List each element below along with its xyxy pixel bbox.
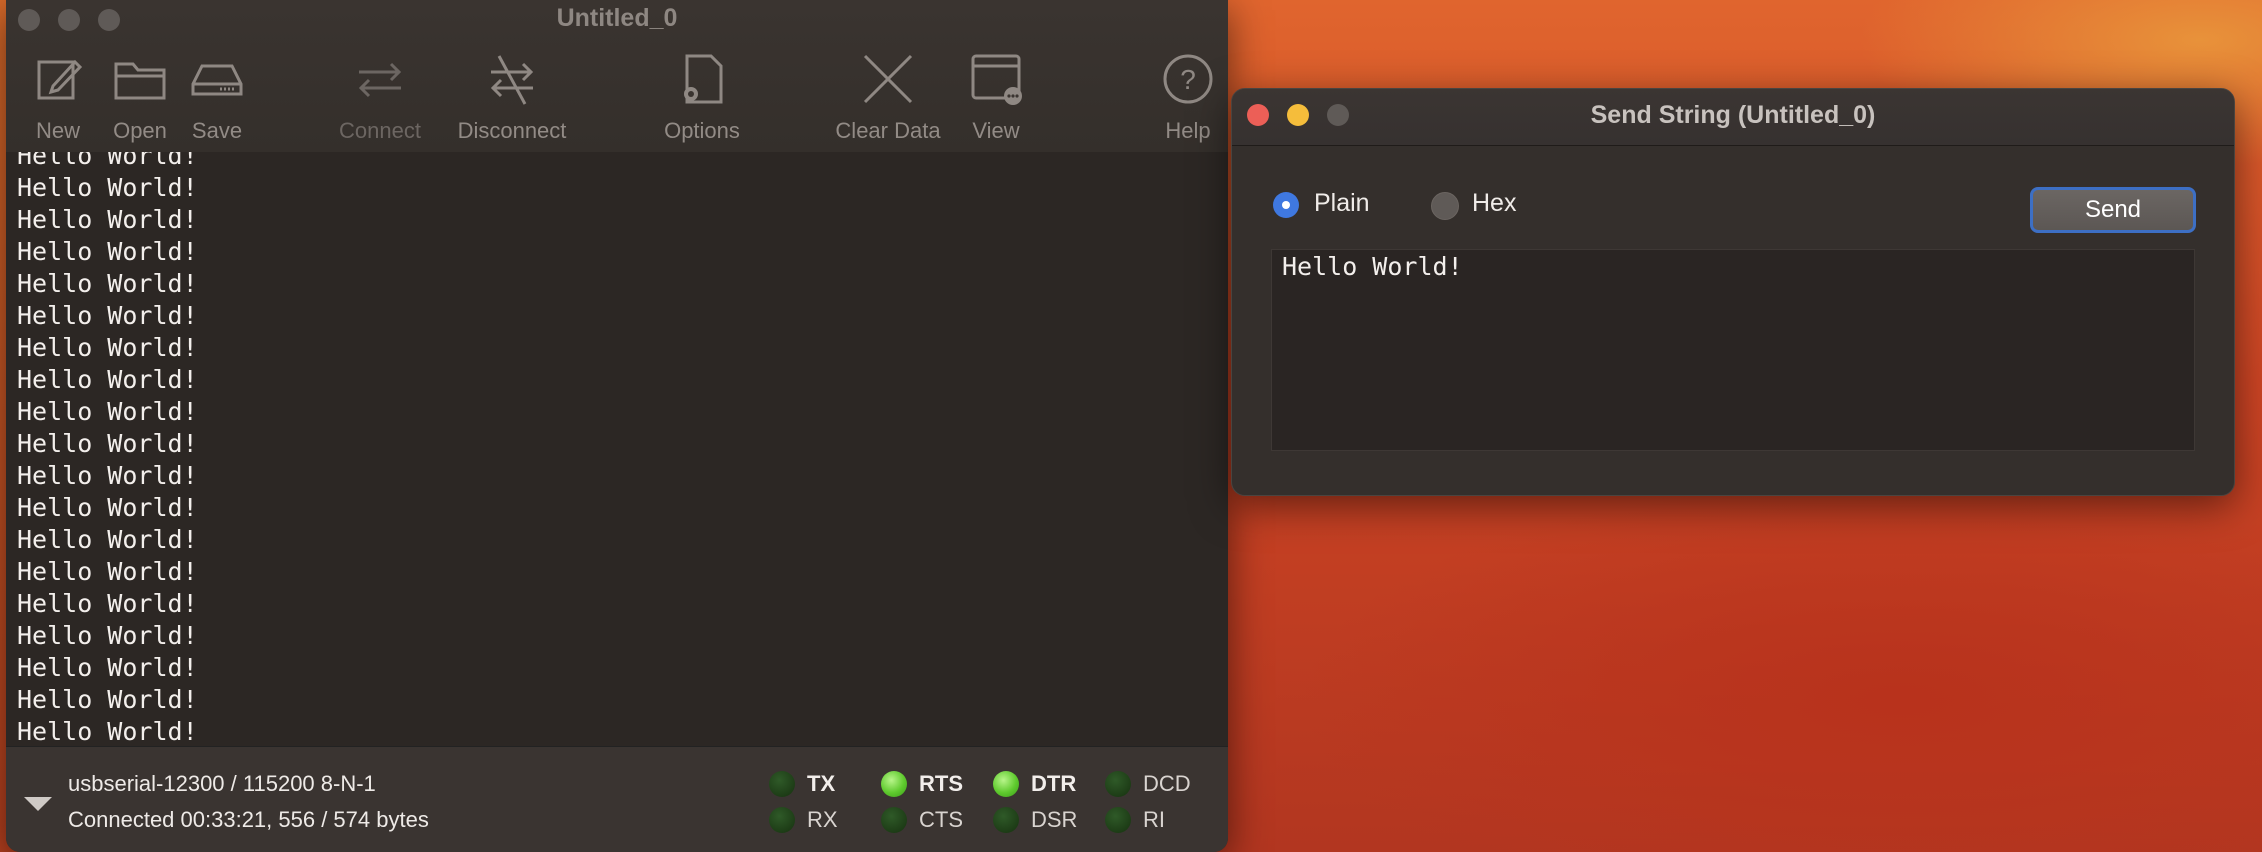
help-question-icon: ? [1163, 54, 1213, 104]
rx-label: RX [807, 807, 838, 832]
save-label: Save [191, 118, 243, 143]
ri-led-icon [1105, 807, 1131, 833]
status-bar: usbserial-12300 / 115200 8-N-1 Connected… [6, 746, 1228, 852]
document-gear-icon [684, 54, 723, 104]
send-string-window: Send String (Untitled_0) Plain Hex Send … [1231, 88, 2235, 496]
send-text-field[interactable]: Hello World! [1271, 249, 2195, 451]
disconnect-label: Disconnect [457, 118, 567, 143]
clear-data-button[interactable]: Clear Data [828, 52, 948, 150]
send-button[interactable]: Send [2030, 187, 2196, 233]
x-mark-icon [863, 54, 913, 104]
view-button[interactable]: View [936, 52, 1056, 150]
connect-button[interactable]: Connect [320, 52, 440, 150]
cts-led-icon [881, 807, 907, 833]
help-label: Help [1165, 118, 1211, 143]
hex-radio[interactable] [1431, 192, 1459, 220]
tx-label: TX [807, 771, 836, 796]
connect-arrows-icon [358, 62, 402, 98]
terminal-output[interactable]: Hello World! Hello World! Hello World! H… [6, 152, 1228, 746]
new-document-icon [37, 59, 83, 100]
hex-radio-label[interactable]: Hex [1472, 189, 1516, 218]
svg-text:?: ? [1180, 64, 1196, 95]
dsr-led-icon [993, 807, 1019, 833]
connect-label: Connect [339, 118, 421, 143]
rts-led-icon[interactable] [881, 771, 907, 797]
dtr-led-icon[interactable] [993, 771, 1019, 797]
ri-label: RI [1143, 807, 1165, 832]
save-button[interactable]: Save [157, 52, 277, 150]
dcd-led-icon [1105, 771, 1131, 797]
send-window-title: Send String (Untitled_0) [1590, 101, 1876, 129]
send-window-titlebar: Send String (Untitled_0) [1232, 89, 2234, 146]
connection-status-text: Connected 00:33:21, 556 / 574 bytes [68, 807, 429, 832]
options-label: Options [664, 118, 740, 143]
disk-drive-icon [191, 64, 243, 96]
tx-led-icon [769, 771, 795, 797]
window-title: Untitled_0 [556, 4, 678, 32]
dsr-label: DSR [1031, 807, 1078, 832]
send-text-value: Hello World! [1282, 252, 1463, 281]
rts-label: RTS [919, 771, 963, 796]
dcd-label: DCD [1143, 771, 1191, 796]
options-button[interactable]: Options [642, 52, 762, 150]
plain-radio[interactable] [1273, 192, 1299, 218]
serial-terminal-window: Untitled_0 New Open Save Connect Disconn… [6, 0, 1228, 852]
disconnect-arrows-icon [490, 55, 534, 105]
disconnect-button[interactable]: Disconnect [452, 52, 572, 150]
view-label: View [972, 118, 1020, 143]
window-view-icon [971, 54, 1022, 105]
window-titlebar: Untitled_0 New Open Save Connect Disconn… [6, 0, 1228, 153]
terminal-text: Hello World! Hello World! Hello World! H… [17, 152, 198, 746]
disclosure-triangle-icon[interactable] [24, 797, 52, 811]
dtr-label: DTR [1031, 771, 1077, 796]
port-settings-text: usbserial-12300 / 115200 8-N-1 [68, 771, 376, 796]
plain-radio-label[interactable]: Plain [1314, 189, 1370, 218]
clear-data-label: Clear Data [835, 118, 941, 143]
rx-led-icon [769, 807, 795, 833]
help-button[interactable]: ? Help [1128, 52, 1228, 150]
cts-label: CTS [919, 807, 963, 832]
